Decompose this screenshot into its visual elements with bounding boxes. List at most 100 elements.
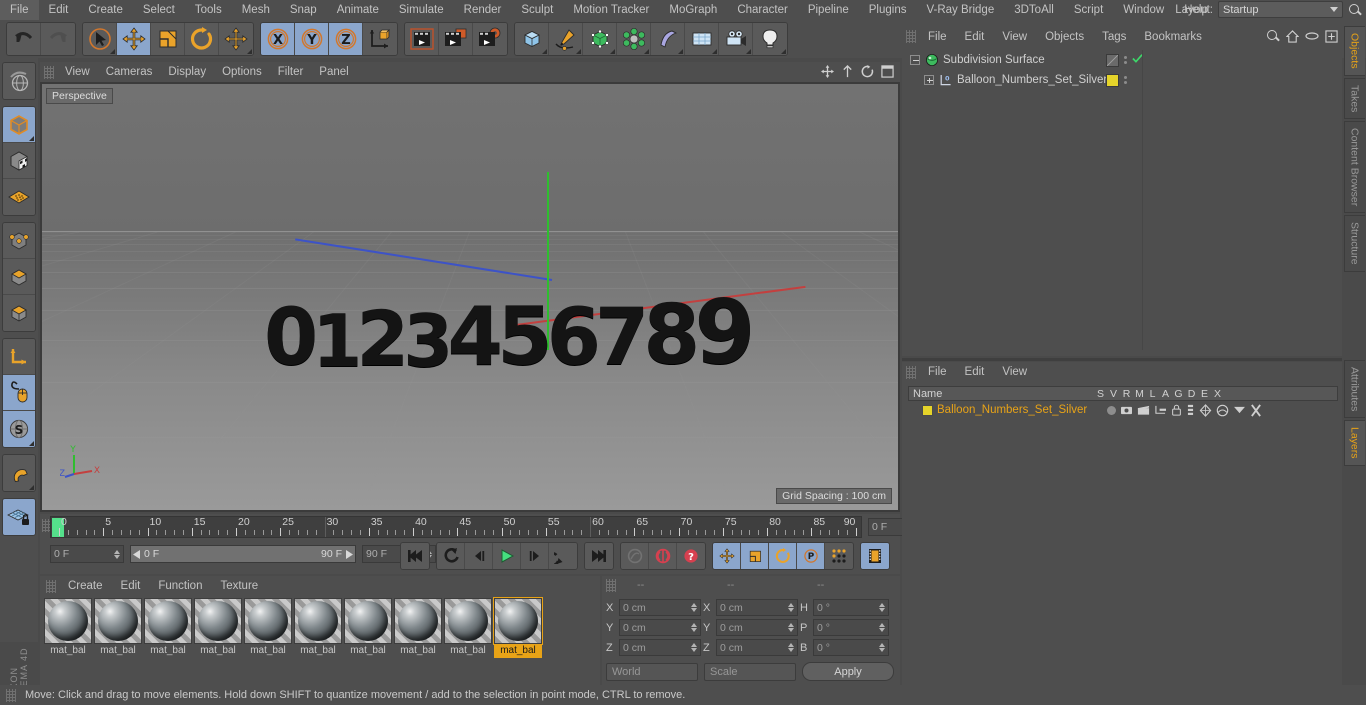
menu-render[interactable]: Render — [454, 0, 512, 20]
material-preview-sphere[interactable] — [194, 598, 242, 644]
menu-mesh[interactable]: Mesh — [232, 0, 280, 20]
balloon-number-9[interactable]: 9 — [694, 289, 755, 377]
menu-create[interactable]: Create — [78, 0, 133, 20]
menu-edit[interactable]: Edit — [39, 0, 79, 20]
viewport-menu-panel[interactable]: Panel — [311, 62, 356, 82]
stepper-icon[interactable] — [879, 643, 885, 652]
right-tab-structure[interactable]: Structure — [1343, 215, 1365, 272]
redo-button[interactable] — [41, 23, 75, 55]
autokeying-button[interactable] — [649, 543, 677, 569]
stepper-icon[interactable] — [879, 623, 885, 632]
balloon-number-4[interactable]: 4 — [447, 297, 503, 377]
material-item[interactable]: mat_bal — [444, 598, 492, 658]
viewport-menu-filter[interactable]: Filter — [270, 62, 312, 82]
world-object-coordinates-button[interactable] — [363, 23, 397, 55]
solo-dot-icon[interactable] — [1107, 405, 1116, 415]
size-field[interactable]: 0 cm — [716, 619, 798, 636]
material-item[interactable]: mat_bal — [344, 598, 392, 658]
layer-column-x[interactable]: X — [1211, 388, 1224, 400]
material-preview-sphere[interactable] — [394, 598, 442, 644]
stepper-icon[interactable] — [114, 549, 120, 559]
home-icon[interactable] — [1286, 29, 1299, 43]
stepper-icon[interactable] — [788, 623, 794, 632]
parameter-key-button[interactable]: P — [797, 543, 825, 569]
material-menu-edit[interactable]: Edit — [112, 576, 150, 596]
menu-character[interactable]: Character — [727, 0, 798, 20]
layer-menu-edit[interactable]: Edit — [956, 362, 994, 382]
material-item[interactable]: mat_bal — [144, 598, 192, 658]
layer-color-swatch[interactable] — [922, 404, 933, 416]
balloon-number-3[interactable]: 3 — [403, 305, 453, 377]
search-icon[interactable] — [1266, 29, 1280, 43]
right-tab-objects[interactable]: Objects — [1343, 26, 1365, 76]
timeline-range-slider[interactable]: 0 F 90 F — [130, 545, 356, 563]
plus-box-icon[interactable] — [1325, 29, 1338, 43]
object-menu-edit[interactable]: Edit — [956, 27, 994, 47]
layer-column-e[interactable]: E — [1198, 388, 1211, 400]
balloon-number-2[interactable]: 2 — [356, 301, 409, 377]
points-mode-button[interactable] — [3, 223, 35, 259]
zoom-icon[interactable] — [841, 65, 854, 78]
layout-dropdown[interactable]: Startup — [1218, 1, 1343, 18]
layer-column-m[interactable]: M — [1133, 388, 1146, 400]
right-tab-attributes[interactable]: Attributes — [1343, 360, 1365, 419]
menu-select[interactable]: Select — [133, 0, 185, 20]
no-tag-icon[interactable] — [1106, 53, 1119, 67]
rotate-button[interactable] — [185, 23, 219, 55]
material-item[interactable]: mat_bal — [294, 598, 342, 658]
balloon-number-7[interactable]: 7 — [595, 299, 649, 377]
manager-icon[interactable] — [1154, 405, 1167, 416]
material-menu-texture[interactable]: Texture — [211, 576, 267, 596]
ellipse-icon[interactable] — [1305, 31, 1319, 41]
material-item[interactable]: mat_bal — [194, 598, 242, 658]
position-field[interactable]: 0 cm — [619, 639, 701, 656]
material-preview-sphere[interactable] — [344, 598, 392, 644]
step-back-button[interactable] — [465, 543, 493, 569]
object-menu-tags[interactable]: Tags — [1093, 27, 1135, 47]
play-button[interactable] — [493, 543, 521, 569]
add-nurbs-button[interactable] — [583, 23, 617, 55]
layer-menu-file[interactable]: File — [919, 362, 956, 382]
material-item[interactable]: mat_bal — [394, 598, 442, 658]
lock-icon[interactable] — [1171, 404, 1182, 416]
polygons-mode-button[interactable] — [3, 295, 35, 331]
live-selection-button[interactable] — [83, 23, 117, 55]
enable-snap-button[interactable] — [3, 375, 35, 411]
add-cube-button[interactable] — [515, 23, 549, 55]
go-to-start-button[interactable] — [401, 543, 429, 569]
deformer-icon[interactable] — [1216, 404, 1229, 417]
current-frame-field[interactable]: 0 F — [50, 545, 124, 563]
xpresso-icon[interactable] — [1250, 403, 1262, 417]
stepper-icon[interactable] — [691, 603, 697, 612]
material-preview-sphere[interactable] — [294, 598, 342, 644]
layer-menu-view[interactable]: View — [993, 362, 1036, 382]
scale-button[interactable] — [151, 23, 185, 55]
rotation-field[interactable]: 0 ° — [813, 639, 889, 656]
add-deformer-button[interactable] — [651, 23, 685, 55]
object-menu-objects[interactable]: Objects — [1036, 27, 1093, 47]
balloon-number-1[interactable]: 1 — [312, 305, 362, 377]
rotation-field[interactable]: 0 ° — [813, 619, 889, 636]
render-clapper-icon[interactable] — [1137, 404, 1150, 416]
right-tab-content-browser[interactable]: Content Browser — [1343, 121, 1365, 214]
go-to-end-button[interactable] — [585, 543, 613, 569]
material-preview-sphere[interactable] — [44, 598, 92, 644]
panel-grip-icon[interactable] — [906, 365, 916, 379]
size-field[interactable]: 0 cm — [716, 639, 798, 656]
material-preview-sphere[interactable] — [94, 598, 142, 644]
layer-column-a[interactable]: A — [1159, 388, 1172, 400]
render-to-picture-viewer-button[interactable] — [439, 23, 473, 55]
material-preview-sphere[interactable] — [244, 598, 292, 644]
object-tree[interactable]: Subdivision Surface 0 Balloon_Numbers_Set_… — [906, 50, 1338, 350]
rotate-icon[interactable] — [861, 65, 874, 78]
stepper-icon[interactable] — [879, 603, 885, 612]
workplane-button[interactable] — [3, 179, 35, 215]
balloon-number-8[interactable]: 8 — [643, 295, 700, 377]
material-menu-create[interactable]: Create — [59, 576, 112, 596]
layer-column-name[interactable]: Name — [909, 388, 1094, 400]
right-tab-layers[interactable]: Layers — [1343, 420, 1365, 466]
object-menu-bookmarks[interactable]: Bookmarks — [1135, 27, 1211, 47]
generator-icon[interactable] — [1199, 403, 1212, 417]
undo-button[interactable] — [7, 23, 41, 55]
viewport-3d[interactable]: 0123456789 Y X Z Perspective Grid Spacin… — [42, 84, 898, 510]
